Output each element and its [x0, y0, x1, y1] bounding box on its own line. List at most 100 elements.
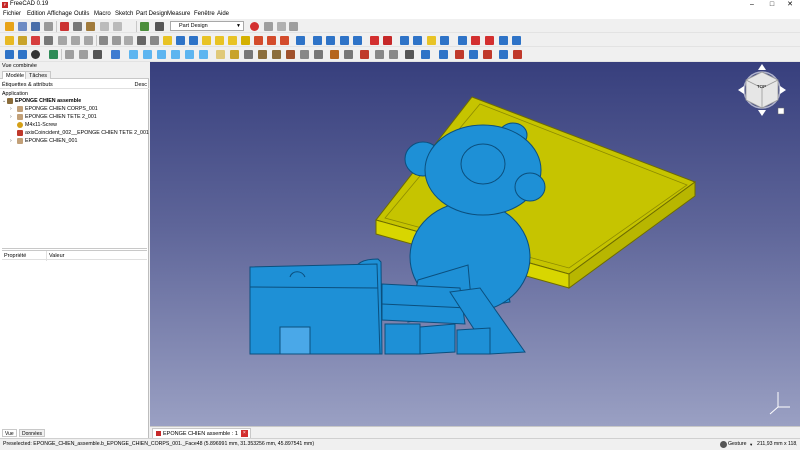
mirrored-icon[interactable] — [313, 36, 322, 45]
tree-item-eponge[interactable]: › EPONGE CHIEN_001 — [0, 137, 149, 145]
tree-item-assembly[interactable]: ⌄ EPONGE CHIEN assemble — [0, 97, 149, 105]
navigation-style[interactable]: Gesture — [728, 439, 746, 450]
measure-clear-icon[interactable] — [471, 36, 480, 45]
menu-part-design[interactable]: Part Design — [136, 11, 167, 17]
datum-plane-icon[interactable] — [124, 36, 133, 45]
subtractive-loft-icon[interactable] — [267, 36, 276, 45]
doc-tab-assembly[interactable]: EPONGE CHIEN assemble : 1 × — [152, 428, 251, 438]
view-right-icon[interactable] — [157, 50, 166, 59]
view-left-icon[interactable] — [199, 50, 208, 59]
create-part-icon[interactable] — [18, 36, 27, 45]
fastener-nut-icon[interactable] — [344, 50, 353, 59]
chamfer-icon[interactable] — [383, 36, 392, 45]
3d-model[interactable] — [150, 62, 800, 426]
group-icon[interactable] — [216, 50, 225, 59]
menu-sketch[interactable]: Sketch — [115, 11, 133, 17]
fastener-pin-icon[interactable] — [389, 50, 398, 59]
shape-binder-icon[interactable] — [150, 36, 159, 45]
draft-icon[interactable] — [400, 36, 409, 45]
back-icon[interactable] — [65, 50, 74, 59]
maximize-button[interactable]: □ — [762, 0, 782, 10]
fastener-washer-icon[interactable] — [360, 50, 369, 59]
fastener-bolt-icon[interactable] — [375, 50, 384, 59]
subtractive-primitive-icon[interactable] — [296, 36, 305, 45]
mirror-sketch-icon[interactable] — [84, 36, 93, 45]
tree-item-corps[interactable]: › EPONGE CHIEN CORPS_001 — [0, 105, 149, 113]
menu-fenetre[interactable]: Fenêtre — [194, 11, 215, 17]
pad-icon[interactable] — [163, 36, 172, 45]
fillet-icon[interactable] — [370, 36, 379, 45]
bounding-box-icon[interactable] — [49, 50, 58, 59]
fit-all-icon[interactable] — [5, 50, 14, 59]
multi-transform-icon[interactable] — [353, 36, 362, 45]
view-isometric-icon[interactable] — [111, 50, 120, 59]
pocket-icon[interactable] — [176, 36, 185, 45]
tree-item-constraint[interactable]: axisCoincident_002__EPONGE CHIEN TETE 2_… — [0, 129, 149, 137]
fastener-match-icon[interactable] — [439, 50, 448, 59]
play-macro-icon[interactable] — [289, 22, 298, 31]
view-top-icon[interactable] — [143, 50, 152, 59]
additive-primitive-icon[interactable] — [241, 36, 250, 45]
tree-item-tete[interactable]: › EPONGE CHIEN TETE 2_001 — [0, 113, 149, 121]
polar-pattern-icon[interactable] — [340, 36, 349, 45]
measure-toggle-icon[interactable] — [485, 36, 494, 45]
navigation-cube[interactable] — [738, 64, 786, 116]
refresh-icon[interactable] — [140, 22, 149, 31]
edit-macro-icon[interactable] — [277, 22, 286, 31]
create-body-icon[interactable] — [5, 36, 14, 45]
menu-aide[interactable]: Aide — [217, 11, 229, 17]
menu-measure[interactable]: Measure — [167, 11, 190, 17]
menu-outils[interactable]: Outils — [74, 11, 89, 17]
view-rear-icon[interactable] — [171, 50, 180, 59]
panel-splitter[interactable] — [2, 248, 147, 249]
datum-lcs-icon[interactable] — [137, 36, 146, 45]
assembly-solve-icon[interactable] — [300, 50, 309, 59]
datum-point-icon[interactable] — [99, 36, 108, 45]
copy-icon[interactable] — [73, 22, 82, 31]
pipe-icon[interactable] — [228, 36, 237, 45]
redo-icon[interactable] — [113, 22, 122, 31]
new-file-icon[interactable] — [5, 22, 14, 31]
part-container-icon[interactable] — [230, 50, 239, 59]
sketch-icon[interactable] — [31, 36, 40, 45]
measure-linear-icon[interactable] — [440, 36, 449, 45]
assembly-add-icon[interactable] — [272, 50, 281, 59]
chevron-right-icon[interactable]: › — [10, 105, 15, 113]
measure-delta-icon[interactable] — [512, 36, 521, 45]
workbench-selector[interactable]: Part Design ▼ — [170, 21, 244, 31]
fastener-rod-icon[interactable] — [405, 50, 414, 59]
close-tab-icon[interactable]: × — [240, 430, 248, 437]
linear-pattern-icon[interactable] — [326, 36, 335, 45]
fastener-bom-icon[interactable] — [483, 50, 492, 59]
menu-edition[interactable]: Edition — [27, 11, 45, 17]
tab-taches[interactable]: Tâches — [25, 71, 52, 79]
fastener-summary-icon[interactable] — [499, 50, 508, 59]
datum-line-icon[interactable] — [112, 36, 121, 45]
undo-icon[interactable] — [100, 22, 109, 31]
fastener-screw-icon[interactable] — [330, 50, 339, 59]
close-button[interactable]: ✕ — [780, 0, 800, 10]
menu-macro[interactable]: Macro — [94, 11, 111, 17]
draw-style-icon[interactable] — [31, 50, 40, 59]
stop-macro-icon[interactable] — [264, 22, 273, 31]
print-icon[interactable] — [44, 22, 53, 31]
record-macro-icon[interactable] — [250, 22, 259, 31]
tab-vue[interactable]: Vue — [2, 429, 17, 437]
measure-angular-icon[interactable] — [458, 36, 467, 45]
menu-fichier[interactable]: Fichier — [3, 11, 21, 17]
thickness-icon[interactable] — [413, 36, 422, 45]
minimize-button[interactable]: – — [742, 0, 762, 10]
merge-sketch-icon[interactable] — [71, 36, 80, 45]
open-file-icon[interactable] — [18, 22, 27, 31]
save-icon[interactable] — [31, 22, 40, 31]
chevron-down-icon[interactable]: ▾ — [750, 439, 752, 450]
whats-this-icon[interactable] — [155, 22, 164, 31]
fastener-flip-icon[interactable] — [455, 50, 464, 59]
loft-icon[interactable] — [215, 36, 224, 45]
cut-icon[interactable] — [60, 22, 69, 31]
measure-distance-icon[interactable] — [244, 50, 253, 59]
fastener-extra-icon[interactable] — [513, 50, 522, 59]
chevron-right-icon[interactable]: › — [10, 137, 15, 145]
map-sketch-icon[interactable] — [58, 36, 67, 45]
validate-sketch-icon[interactable] — [44, 36, 53, 45]
